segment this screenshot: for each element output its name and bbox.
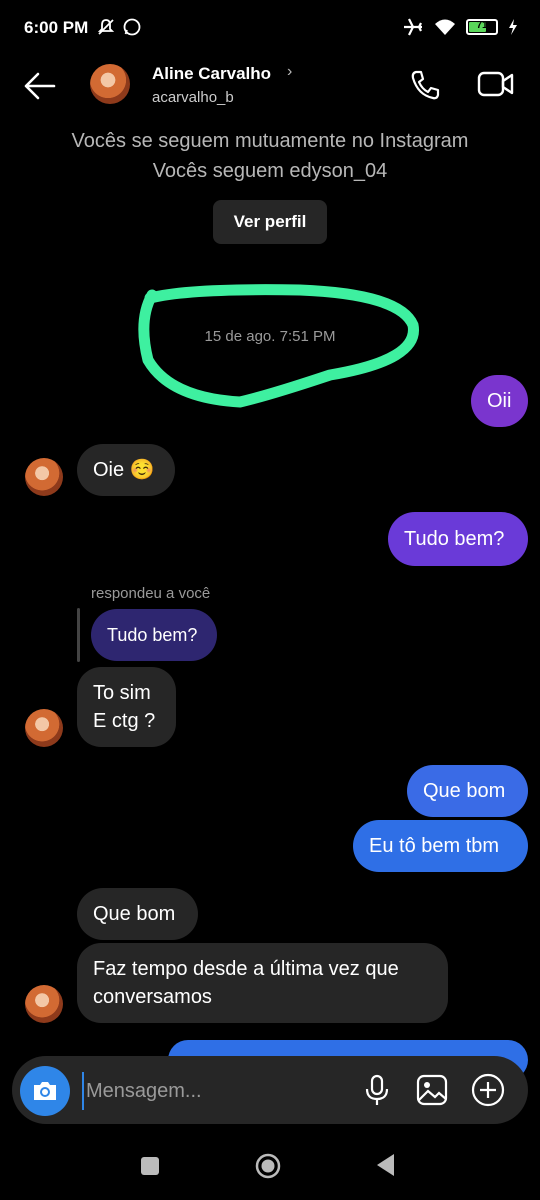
message-bubble-incoming[interactable]: Oie ☺️ bbox=[77, 444, 175, 496]
wifi-icon bbox=[435, 19, 455, 35]
whatsapp-icon bbox=[123, 18, 141, 36]
message-bubble-outgoing[interactable]: Eu tô bem tbm bbox=[353, 820, 528, 872]
message-composer bbox=[12, 1056, 528, 1124]
chat-header: Aline Carvalho › acarvalho_b bbox=[0, 56, 540, 126]
back-button[interactable] bbox=[375, 1153, 395, 1177]
contact-handle: acarvalho_b bbox=[152, 89, 234, 106]
message-bubble-outgoing[interactable]: Tudo bem? bbox=[388, 512, 528, 566]
message-input[interactable] bbox=[82, 1072, 358, 1110]
camera-button[interactable] bbox=[20, 1066, 70, 1116]
quoted-message[interactable]: Tudo bem? bbox=[91, 609, 217, 661]
message-bubble-incoming[interactable]: Que bom bbox=[77, 888, 198, 940]
mutual-follow-text: Vocês se seguem mutuamente no Instagram bbox=[71, 130, 469, 152]
replied-to-you-label: respondeu a você bbox=[91, 585, 211, 602]
sender-avatar[interactable] bbox=[25, 709, 63, 747]
gallery-icon[interactable] bbox=[416, 1074, 448, 1106]
mute-icon bbox=[97, 19, 115, 35]
following-text: Vocês seguem edyson_04 bbox=[152, 160, 388, 182]
message-bubble-incoming[interactable]: Faz tempo desde a última vez que convers… bbox=[77, 943, 448, 1023]
back-arrow-icon[interactable] bbox=[18, 68, 58, 104]
charging-icon bbox=[509, 19, 517, 35]
message-bubble-outgoing[interactable]: Que bom bbox=[407, 765, 528, 817]
video-camera-icon[interactable] bbox=[476, 68, 516, 100]
battery-icon: 71 bbox=[466, 19, 498, 35]
sender-avatar[interactable] bbox=[25, 458, 63, 496]
sender-avatar[interactable] bbox=[25, 985, 63, 1023]
message-line: Faz tempo desde a última vez que bbox=[93, 958, 399, 980]
view-profile-button[interactable]: Ver perfil bbox=[213, 200, 327, 244]
phone-icon[interactable] bbox=[408, 68, 442, 102]
status-icons-right: 71 bbox=[402, 17, 518, 37]
message-line: E ctg ? bbox=[93, 710, 156, 732]
camera-icon bbox=[34, 1082, 56, 1100]
message-line: To sim bbox=[93, 682, 151, 704]
message-bubble-incoming[interactable]: To sim E ctg ? bbox=[77, 667, 176, 747]
home-button[interactable] bbox=[255, 1153, 281, 1179]
status-bar: 6:00 PM 71 bbox=[0, 0, 540, 56]
battery-level: 71 bbox=[476, 20, 488, 31]
chevron-right-icon[interactable]: › bbox=[287, 63, 292, 81]
status-icons-left bbox=[96, 17, 142, 37]
contact-avatar[interactable] bbox=[90, 64, 130, 104]
hand-drawn-highlight bbox=[138, 284, 419, 408]
plus-icon[interactable] bbox=[470, 1072, 506, 1108]
contact-name[interactable]: Aline Carvalho bbox=[152, 64, 271, 84]
recent-apps-button[interactable] bbox=[141, 1157, 159, 1175]
reply-indicator-bar bbox=[77, 608, 80, 662]
status-time: 6:00 PM bbox=[24, 18, 89, 37]
message-line: conversamos bbox=[93, 986, 212, 1008]
airplane-icon bbox=[404, 18, 422, 36]
message-bubble-outgoing[interactable]: Oii bbox=[471, 375, 528, 427]
conversation-timestamp: 15 de ago. 7:51 PM bbox=[204, 328, 336, 345]
microphone-icon[interactable] bbox=[362, 1074, 392, 1106]
